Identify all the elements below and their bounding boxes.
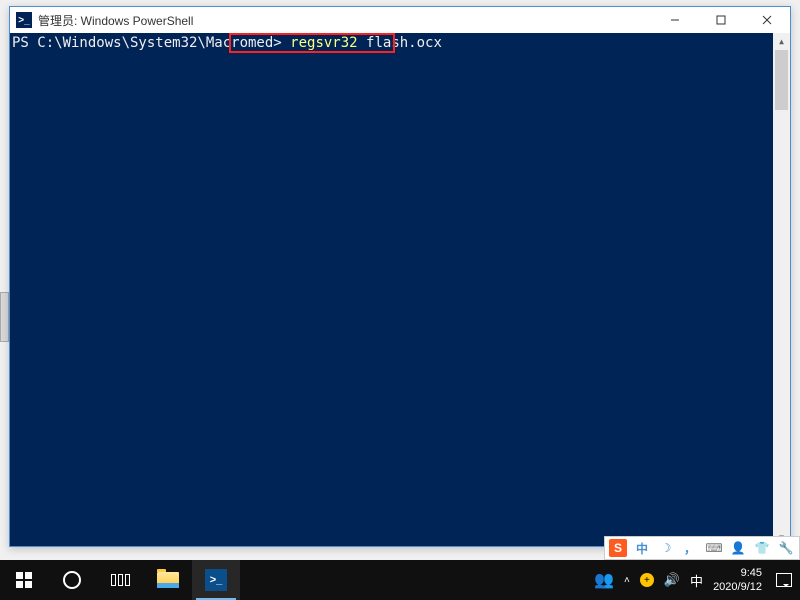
window-controls (652, 7, 790, 33)
minimize-button[interactable] (652, 7, 698, 33)
scroll-up-arrow[interactable]: ▲ (773, 33, 790, 50)
tray-overflow-chevron-icon[interactable]: ˄ (624, 575, 630, 586)
ime-settings-icon[interactable]: 🔧 (777, 539, 795, 557)
powershell-window: >_ 管理员: Windows PowerShell PS C:\Windows… (9, 6, 791, 547)
ime-moon-icon[interactable]: ☽ (657, 539, 675, 557)
action-center-icon[interactable] (776, 573, 792, 587)
command-arg: flash.ocx (366, 35, 442, 51)
close-icon (762, 15, 772, 25)
vertical-scrollbar[interactable]: ▲ ▼ (773, 33, 790, 546)
command-name: regsvr32 (290, 35, 357, 51)
people-icon[interactable]: 👥 (594, 570, 614, 590)
task-view-button[interactable] (96, 560, 144, 600)
maximize-icon (716, 15, 726, 25)
maximize-button[interactable] (698, 7, 744, 33)
scroll-thumb[interactable] (775, 50, 788, 110)
start-button[interactable] (0, 560, 48, 600)
terminal-line: PS C:\Windows\System32\Macromed> regsvr3… (10, 33, 790, 51)
file-explorer-icon (157, 572, 179, 588)
volume-icon[interactable]: 🔊 (664, 572, 680, 588)
ime-indicator[interactable]: 中 (690, 571, 703, 590)
task-view-icon (111, 574, 130, 586)
window-title: 管理员: Windows PowerShell (38, 12, 652, 29)
left-edge-tab[interactable] (0, 292, 9, 342)
ime-toolbar[interactable]: S 中 ☽ ， ⌨ 👤 👕 🔧 (604, 536, 800, 560)
cortana-circle-icon (63, 571, 81, 589)
cortana-button[interactable] (48, 560, 96, 600)
powershell-icon: >_ (16, 12, 32, 28)
terminal-area[interactable]: PS C:\Windows\System32\Macromed> regsvr3… (10, 33, 790, 546)
clock[interactable]: 9:45 2020/9/12 (713, 566, 762, 594)
system-tray: 👥 ˄ + 🔊 中 9:45 2020/9/12 (594, 566, 800, 594)
ime-skin-icon[interactable]: 👕 (753, 539, 771, 557)
close-button[interactable] (744, 7, 790, 33)
clock-time: 9:45 (713, 566, 762, 580)
ime-language-toggle[interactable]: 中 (633, 539, 651, 557)
scroll-track[interactable] (773, 50, 790, 529)
ime-punctuation-toggle[interactable]: ， (681, 539, 699, 557)
ime-sogou-icon[interactable]: S (609, 539, 627, 557)
taskbar: >_ 👥 ˄ + 🔊 中 9:45 2020/9/12 (0, 560, 800, 600)
titlebar[interactable]: >_ 管理员: Windows PowerShell (10, 7, 790, 33)
windows-logo-icon (16, 572, 32, 588)
minimize-icon (670, 15, 680, 25)
powershell-taskbar-button[interactable]: >_ (192, 560, 240, 600)
clock-date: 2020/9/12 (713, 580, 762, 594)
taskbar-left: >_ (0, 560, 240, 600)
prompt-text: PS C:\Windows\System32\Macromed> (12, 35, 282, 51)
ime-user-icon[interactable]: 👤 (729, 539, 747, 557)
ime-keyboard-icon[interactable]: ⌨ (705, 539, 723, 557)
file-explorer-taskbar-button[interactable] (144, 560, 192, 600)
tray-status-icon[interactable]: + (640, 573, 654, 587)
powershell-taskbar-icon: >_ (205, 569, 227, 591)
